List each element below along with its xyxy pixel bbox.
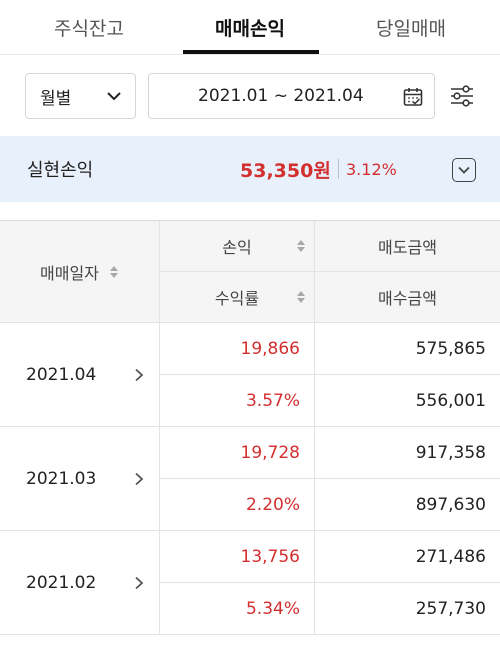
summary-amount: 53,350원 [240,159,331,182]
section-spacer [0,202,500,220]
row-profit: 13,756 [160,531,315,583]
header-trade-date[interactable]: 매매일자 [0,221,160,323]
header-buy-amount-label: 매수금액 [378,289,437,308]
realized-profit-summary: 실현손익 53,350원 3.12% [0,136,500,202]
sort-icon [297,240,305,252]
header-sell-amount: 매도금액 [315,221,500,272]
row-sell-amount: 271,486 [315,531,500,583]
expand-summary-button[interactable] [452,158,476,182]
chevron-down-icon [107,92,121,101]
sort-icon [297,291,305,303]
header-buy-amount: 매수금액 [315,272,500,323]
table-row-date[interactable]: 2021.04 [0,323,160,427]
row-yield: 3.57% [160,375,315,427]
chevron-right-icon [135,576,144,589]
table-row-date[interactable]: 2021.02 [0,531,160,635]
header-profit[interactable]: 손익 [160,221,315,272]
row-date-label: 2021.03 [26,468,97,489]
row-date-label: 2021.04 [26,364,97,385]
summary-rate: 3.12% [346,159,397,179]
date-range-value: 2021.01 ~ 2021.04 [198,86,364,106]
sort-icon [109,265,118,278]
period-select[interactable]: 월별 [25,73,136,119]
chevron-right-icon [135,472,144,485]
active-tab-indicator [183,50,319,54]
filter-settings-icon[interactable] [448,82,476,110]
header-profit-label: 손익 [222,238,252,257]
summary-divider [338,159,339,179]
row-yield: 2.20% [160,479,315,531]
row-profit: 19,866 [160,323,315,375]
row-buy-amount: 897,630 [315,479,500,531]
tab-daily-trade[interactable]: 당일매매 [322,0,500,55]
chevron-right-icon [135,368,144,381]
tab-stock-balance[interactable]: 주식잔고 [0,0,178,55]
table-row-partial [0,635,500,652]
row-buy-amount: 556,001 [315,375,500,427]
chevron-down-icon [458,166,470,174]
row-buy-amount: 257,730 [315,583,500,635]
summary-label: 실현손익 [27,160,94,181]
header-yield[interactable]: 수익률 [160,272,315,323]
row-sell-amount: 917,358 [315,427,500,479]
row-sell-amount: 575,865 [315,323,500,375]
row-yield: 5.34% [160,583,315,635]
date-range-picker[interactable]: 2021.01 ~ 2021.04 [148,73,435,119]
table-row-date[interactable]: 2021.03 [0,427,160,531]
tab-bar: 주식잔고 매매손익 당일매매 [0,0,500,55]
period-select-value: 월별 [40,88,72,109]
tab-trade-profit[interactable]: 매매손익 [178,0,322,55]
header-sell-amount-label: 매도금액 [378,238,437,257]
header-yield-label: 수익률 [214,289,260,308]
trade-profit-table: 매매일자 손익 수익률 매도금액 매수금액 2021.04 19,866 575… [0,220,500,651]
row-profit: 19,728 [160,427,315,479]
filter-bar: 월별 2021.01 ~ 2021.04 [0,55,500,135]
row-date-label: 2021.02 [26,572,97,593]
calendar-icon [403,88,423,106]
header-trade-date-label: 매매일자 [40,263,99,283]
